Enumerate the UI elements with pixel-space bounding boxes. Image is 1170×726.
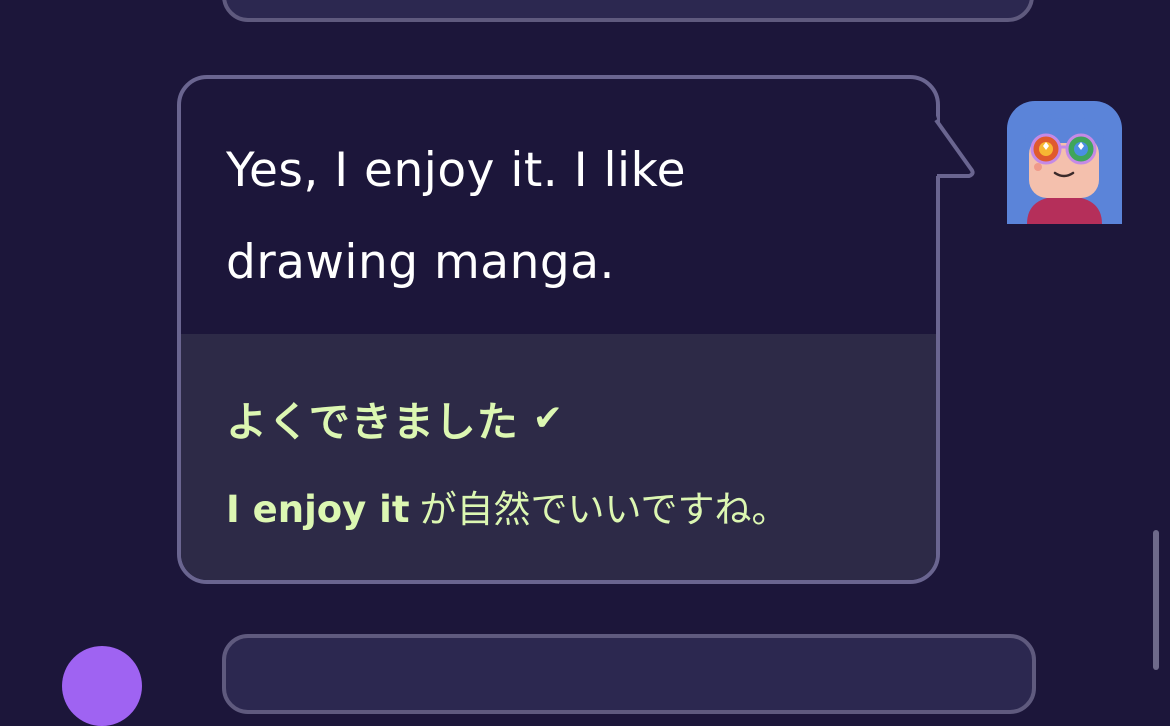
avatar-icon (1007, 101, 1122, 224)
bubble-tail (931, 100, 975, 178)
feedback-comment: I enjoy it が自然でいいですね。 (226, 479, 788, 533)
next-message-bubble (222, 634, 1036, 714)
feedback-comment-text: が自然でいいですね。 (419, 488, 789, 531)
message-text: Yes, I enjoy it. I like drawing manga. (226, 143, 687, 290)
scrollbar[interactable] (1153, 530, 1159, 670)
previous-message-bubble (222, 0, 1034, 22)
feedback-title: よくできました ✔ (226, 388, 564, 448)
feedback-title-text: よくできました (226, 398, 519, 446)
check-icon: ✔ (532, 397, 564, 439)
user-message-bubble: Yes, I enjoy it. I like drawing manga. よ… (177, 75, 940, 584)
feedback-panel: よくできました ✔ I enjoy it が自然でいいですね。 (181, 334, 936, 580)
user-avatar[interactable] (1007, 101, 1122, 224)
assistant-avatar[interactable] (62, 646, 142, 726)
feedback-highlight: I enjoy it (226, 488, 410, 531)
